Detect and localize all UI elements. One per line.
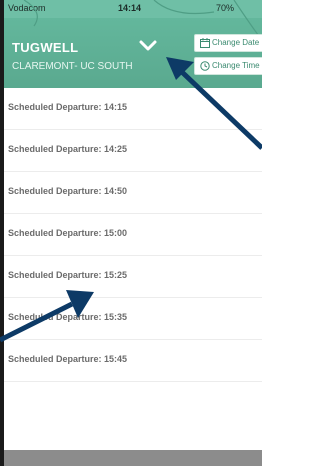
departure-label: Scheduled Departure: 14:25: [8, 144, 128, 154]
departure-row[interactable]: Scheduled Departure: 15:35: [4, 298, 262, 340]
change-time-button[interactable]: Change Time: [194, 57, 262, 75]
departure-row[interactable]: Scheduled Departure: 15:00: [4, 214, 262, 256]
clock-label: 14:14: [118, 3, 142, 13]
departure-row[interactable]: Scheduled Departure: 15:45: [4, 340, 262, 382]
departure-label: Scheduled Departure: 15:35: [8, 312, 128, 322]
calendar-icon: [200, 38, 210, 48]
departure-row[interactable]: Scheduled Departure: 14:50: [4, 172, 262, 214]
change-time-label: Change Time: [212, 61, 260, 70]
battery-label: 70%: [216, 3, 235, 13]
departure-label: Scheduled Departure: 14:15: [8, 102, 128, 112]
departure-label: Scheduled Departure: 15:25: [8, 270, 128, 280]
departure-row[interactable]: Scheduled Departure: 15:25: [4, 256, 262, 298]
status-bar: Vodacom 14:14 70%: [4, 0, 262, 18]
departure-label: Scheduled Departure: 15:45: [8, 354, 128, 364]
chevron-down-icon[interactable]: [138, 38, 158, 54]
change-date-label: Change Date: [212, 38, 260, 47]
clock-icon: [200, 61, 210, 71]
route-header: TUGWELL CLAREMONT- UC SOUTH: [4, 18, 262, 88]
route-subtitle: CLAREMONT- UC SOUTH: [12, 61, 133, 72]
footer-bar: [4, 450, 262, 466]
app-screen: Vodacom 14:14 70% TUGWELL CLAREMONT- UC …: [0, 0, 262, 466]
change-date-button[interactable]: Change Date: [194, 34, 262, 52]
carrier-label: Vodacom: [8, 3, 46, 13]
departure-label: Scheduled Departure: 14:50: [8, 186, 128, 196]
departure-list: Scheduled Departure: 14:15 Scheduled Dep…: [4, 88, 262, 382]
departure-row[interactable]: Scheduled Departure: 14:15: [4, 88, 262, 130]
departure-label: Scheduled Departure: 15:00: [8, 228, 128, 238]
departure-row[interactable]: Scheduled Departure: 14:25: [4, 130, 262, 172]
route-title: TUGWELL: [12, 40, 79, 55]
